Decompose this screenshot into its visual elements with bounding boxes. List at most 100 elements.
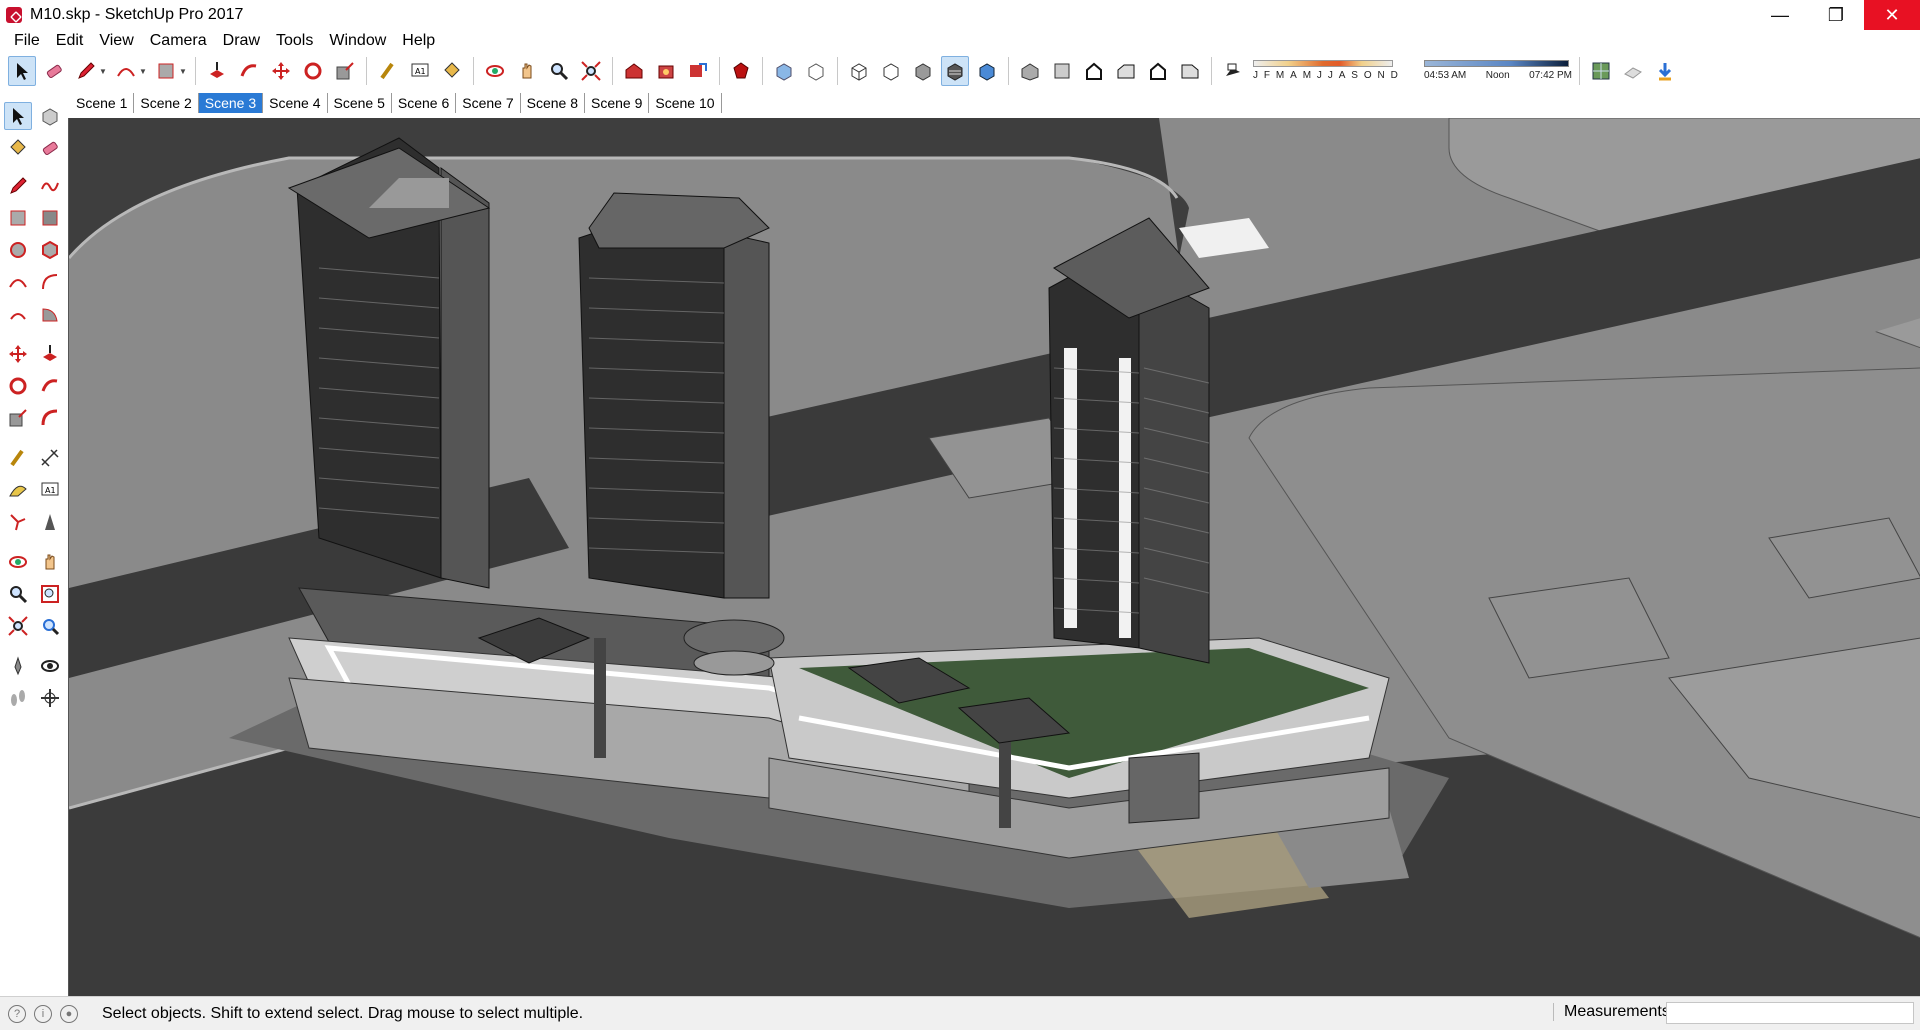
circle-tool-icon[interactable] bbox=[4, 236, 32, 264]
extension-manager-icon[interactable] bbox=[727, 56, 755, 86]
follow-me-tool-icon[interactable] bbox=[36, 372, 64, 400]
3d-text-tool-icon[interactable] bbox=[36, 508, 64, 536]
tab-scene-10[interactable]: Scene 10 bbox=[649, 93, 722, 113]
look-around-tool-icon[interactable] bbox=[36, 652, 64, 680]
pan-tool-icon[interactable] bbox=[36, 548, 64, 576]
iso-view-icon[interactable] bbox=[1016, 56, 1044, 86]
back-edges-style-icon[interactable] bbox=[802, 56, 830, 86]
section-plane-tool-icon[interactable] bbox=[36, 684, 64, 712]
select-tool-icon[interactable] bbox=[4, 102, 32, 130]
restore-button[interactable]: ❐ bbox=[1808, 0, 1864, 30]
pencil-tool-icon[interactable] bbox=[72, 56, 100, 86]
warehouse-icon[interactable] bbox=[620, 56, 648, 86]
tab-scene-9[interactable]: Scene 9 bbox=[585, 93, 650, 113]
shadows-toggle-icon[interactable] bbox=[1219, 56, 1247, 86]
three-point-arc-tool-icon[interactable] bbox=[4, 300, 32, 328]
protractor-tool-icon[interactable] bbox=[4, 476, 32, 504]
menu-draw[interactable]: Draw bbox=[215, 30, 268, 52]
shaded-textures-style-icon[interactable] bbox=[941, 56, 969, 86]
share-model-icon[interactable] bbox=[684, 56, 712, 86]
tab-scene-8[interactable]: Scene 8 bbox=[521, 93, 585, 113]
tab-scene-7[interactable]: Scene 7 bbox=[456, 93, 521, 113]
polygon-tool-icon[interactable] bbox=[36, 236, 64, 264]
rotated-rectangle-tool-icon[interactable] bbox=[36, 204, 64, 232]
month-slider-track[interactable] bbox=[1253, 60, 1393, 67]
select-tool-icon[interactable] bbox=[8, 56, 36, 86]
tab-scene-3[interactable]: Scene 3 bbox=[198, 93, 264, 113]
menu-edit[interactable]: Edit bbox=[48, 30, 92, 52]
wireframe-style-icon[interactable] bbox=[845, 56, 873, 86]
time-slider-track[interactable] bbox=[1424, 60, 1569, 67]
menu-window[interactable]: Window bbox=[321, 30, 394, 52]
model-viewport[interactable] bbox=[68, 118, 1920, 996]
make-component-icon[interactable] bbox=[36, 102, 64, 130]
dimension-tool-icon[interactable] bbox=[36, 444, 64, 472]
freehand-tool-icon[interactable] bbox=[36, 172, 64, 200]
monochrome-style-icon[interactable] bbox=[973, 56, 1001, 86]
user-account-icon[interactable]: ● bbox=[60, 1004, 78, 1023]
pencil-dropdown-icon[interactable]: ▼ bbox=[98, 56, 108, 86]
arc-dropdown-icon[interactable]: ▼ bbox=[138, 56, 148, 86]
move-tool-icon[interactable] bbox=[4, 340, 32, 368]
close-button[interactable]: ✕ bbox=[1864, 0, 1920, 30]
push-pull-tool-icon[interactable] bbox=[203, 56, 231, 86]
right-view-icon[interactable] bbox=[1112, 56, 1140, 86]
menu-camera[interactable]: Camera bbox=[142, 30, 215, 52]
front-view-icon[interactable] bbox=[1080, 56, 1108, 86]
zoom-window-tool-icon[interactable] bbox=[36, 580, 64, 608]
left-view-icon[interactable] bbox=[1176, 56, 1204, 86]
extension-warehouse-icon[interactable] bbox=[652, 56, 680, 86]
previous-view-icon[interactable] bbox=[36, 612, 64, 640]
position-camera-tool-icon[interactable] bbox=[4, 652, 32, 680]
toggle-terrain-icon[interactable] bbox=[1619, 56, 1647, 86]
two-point-arc-tool-icon[interactable] bbox=[36, 268, 64, 296]
tab-scene-2[interactable]: Scene 2 bbox=[134, 93, 199, 113]
move-tool-icon[interactable] bbox=[267, 56, 295, 86]
tab-scene-5[interactable]: Scene 5 bbox=[328, 93, 392, 113]
pie-tool-icon[interactable] bbox=[36, 300, 64, 328]
walk-tool-icon[interactable] bbox=[4, 684, 32, 712]
tab-scene-4[interactable]: Scene 4 bbox=[263, 93, 328, 113]
menu-view[interactable]: View bbox=[91, 30, 141, 52]
zoom-extents-tool-icon[interactable] bbox=[4, 612, 32, 640]
rotate-tool-icon[interactable] bbox=[299, 56, 327, 86]
zoom-tool-icon[interactable] bbox=[545, 56, 573, 86]
photo-textures-icon[interactable] bbox=[1651, 56, 1679, 86]
shadow-time-slider[interactable]: 04:53 AM Noon 07:42 PM bbox=[1424, 56, 1574, 86]
credits-info-icon[interactable]: i bbox=[34, 1004, 52, 1023]
rotate-tool-icon[interactable] bbox=[4, 372, 32, 400]
tape-measure-tool-icon[interactable] bbox=[374, 56, 402, 86]
xray-style-icon[interactable] bbox=[770, 56, 798, 86]
text-tool-icon[interactable]: A1 bbox=[406, 56, 434, 86]
rectangle-tool-icon[interactable] bbox=[4, 204, 32, 232]
follow-me-tool-icon[interactable] bbox=[235, 56, 263, 86]
rectangle-tool-icon[interactable] bbox=[152, 56, 180, 86]
eraser-icon[interactable] bbox=[36, 134, 64, 162]
tab-scene-1[interactable]: Scene 1 bbox=[70, 93, 135, 113]
rectangle-dropdown-icon[interactable]: ▼ bbox=[178, 56, 188, 86]
tape-measure-tool-icon[interactable] bbox=[4, 444, 32, 472]
text-tool-icon[interactable]: A1 bbox=[36, 476, 64, 504]
menu-help[interactable]: Help bbox=[394, 30, 443, 52]
shadow-date-slider[interactable]: J F M A M J J A S O N D bbox=[1253, 56, 1418, 86]
scale-tool-icon[interactable] bbox=[331, 56, 359, 86]
axes-tool-icon[interactable] bbox=[4, 508, 32, 536]
shaded-style-icon[interactable] bbox=[909, 56, 937, 86]
paint-bucket-icon[interactable] bbox=[4, 134, 32, 162]
minimize-button[interactable]: — bbox=[1752, 0, 1808, 30]
zoom-extents-tool-icon[interactable] bbox=[577, 56, 605, 86]
menu-tools[interactable]: Tools bbox=[268, 30, 321, 52]
zoom-tool-icon[interactable] bbox=[4, 580, 32, 608]
measurements-input[interactable] bbox=[1666, 1002, 1914, 1024]
arc-tool-icon[interactable] bbox=[4, 268, 32, 296]
pan-tool-icon[interactable] bbox=[513, 56, 541, 86]
top-view-icon[interactable] bbox=[1048, 56, 1076, 86]
eraser-tool-icon[interactable] bbox=[40, 56, 68, 86]
orbit-tool-icon[interactable] bbox=[481, 56, 509, 86]
scale-tool-icon[interactable] bbox=[4, 404, 32, 432]
geo-location-icon[interactable]: ? bbox=[8, 1004, 26, 1023]
arc-tool-icon[interactable] bbox=[112, 56, 140, 86]
add-location-icon[interactable] bbox=[1587, 56, 1615, 86]
back-view-icon[interactable] bbox=[1144, 56, 1172, 86]
orbit-tool-icon[interactable] bbox=[4, 548, 32, 576]
